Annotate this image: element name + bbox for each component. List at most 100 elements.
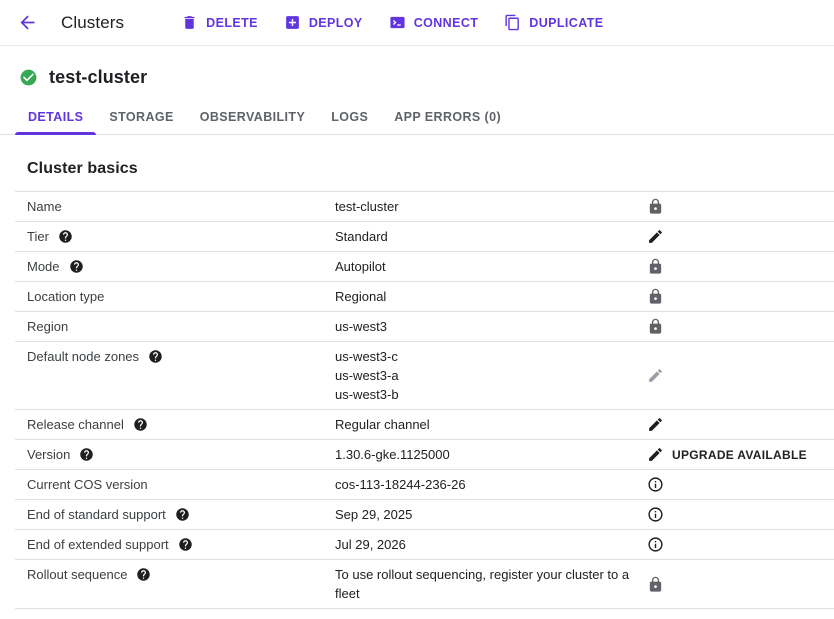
row-label: Version bbox=[27, 445, 70, 464]
row-value: 1.30.6-gke.1125000 bbox=[335, 445, 647, 464]
duplicate-button[interactable]: DUPLICATE bbox=[491, 6, 616, 39]
help-icon[interactable] bbox=[175, 507, 190, 522]
row-value-line: Jul 29, 2026 bbox=[335, 535, 639, 554]
cluster-name: test-cluster bbox=[49, 67, 147, 88]
info-icon[interactable] bbox=[647, 536, 664, 553]
table-row: Release channel Regular channel bbox=[15, 410, 834, 440]
table-row: Region us-west3 bbox=[15, 312, 834, 342]
row-label: Region bbox=[27, 317, 68, 336]
tab-label: LOGS bbox=[331, 110, 368, 124]
table-row: Location type Regional bbox=[15, 282, 834, 312]
row-label: Default node zones bbox=[27, 347, 139, 366]
tab-label: DETAILS bbox=[28, 110, 83, 124]
cluster-header: test-cluster bbox=[0, 46, 834, 99]
tab-observability[interactable]: OBSERVABILITY bbox=[187, 99, 318, 134]
help-icon[interactable] bbox=[69, 259, 84, 274]
action-label: DUPLICATE bbox=[529, 16, 603, 30]
help-icon[interactable] bbox=[58, 229, 73, 244]
arrow-back-icon bbox=[17, 12, 38, 33]
table-row: Default node zones us-west3-cus-west3-au… bbox=[15, 342, 834, 410]
connect-icon bbox=[389, 14, 406, 31]
tab-label: STORAGE bbox=[109, 110, 173, 124]
toolbar-actions: DELETE DEPLOY CONNECT DUPLICATE bbox=[168, 6, 616, 39]
row-value-line: us-west3-c bbox=[335, 347, 639, 366]
page-title: Clusters bbox=[61, 13, 124, 33]
row-value-line: Regional bbox=[335, 287, 639, 306]
row-value: To use rollout sequencing, register your… bbox=[335, 565, 647, 603]
check-circle-icon bbox=[19, 68, 38, 87]
table-row: Name test-cluster bbox=[15, 192, 834, 222]
back-button[interactable] bbox=[10, 6, 44, 40]
row-label: Location type bbox=[27, 287, 104, 306]
connect-button[interactable]: CONNECT bbox=[376, 6, 492, 39]
help-icon[interactable] bbox=[133, 417, 148, 432]
row-value-line: Regular channel bbox=[335, 415, 639, 434]
table-row: Mode Autopilot bbox=[15, 252, 834, 282]
row-value-line: Autopilot bbox=[335, 257, 639, 276]
row-value-line: test-cluster bbox=[335, 197, 639, 216]
help-icon[interactable] bbox=[148, 349, 163, 364]
table-row: End of extended support Jul 29, 2026 bbox=[15, 530, 834, 560]
row-label: Mode bbox=[27, 257, 60, 276]
tab-storage[interactable]: STORAGE bbox=[96, 99, 186, 134]
row-value-line: Sep 29, 2025 bbox=[335, 505, 639, 524]
edit-icon[interactable] bbox=[647, 228, 664, 245]
lock-icon bbox=[647, 258, 664, 275]
row-value-line: Standard bbox=[335, 227, 639, 246]
row-value: cos-113-18244-236-26 bbox=[335, 475, 647, 494]
tab-details[interactable]: DETAILS bbox=[15, 99, 96, 134]
help-icon[interactable] bbox=[79, 447, 94, 462]
gke-cluster-details-page: Clusters DELETE DEPLOY CONNECT DUPLICATE… bbox=[0, 0, 834, 609]
action-label: DEPLOY bbox=[309, 16, 363, 30]
table-row: Version 1.30.6-gke.1125000 UPGRADE AVAIL… bbox=[15, 440, 834, 470]
tab-label: OBSERVABILITY bbox=[200, 110, 305, 124]
row-value: Regular channel bbox=[335, 415, 647, 434]
row-value: Autopilot bbox=[335, 257, 647, 276]
table-row: Rollout sequence To use rollout sequenci… bbox=[15, 560, 834, 609]
info-icon[interactable] bbox=[647, 506, 664, 523]
lock-icon bbox=[647, 198, 664, 215]
deploy-button[interactable]: DEPLOY bbox=[271, 6, 376, 39]
row-value: us-west3 bbox=[335, 317, 647, 336]
edit-icon[interactable] bbox=[647, 416, 664, 433]
row-value: Regional bbox=[335, 287, 647, 306]
table-row: Tier Standard bbox=[15, 222, 834, 252]
table-row: End of standard support Sep 29, 2025 bbox=[15, 500, 834, 530]
action-label: CONNECT bbox=[414, 16, 479, 30]
lock-icon bbox=[647, 318, 664, 335]
deploy-icon bbox=[284, 14, 301, 31]
row-value-line: cos-113-18244-236-26 bbox=[335, 475, 639, 494]
row-value-line: us-west3-b bbox=[335, 385, 639, 404]
row-value: test-cluster bbox=[335, 197, 647, 216]
lock-icon bbox=[647, 288, 664, 305]
row-value-line: To use rollout sequencing, register your… bbox=[335, 565, 639, 603]
row-value: us-west3-cus-west3-aus-west3-b bbox=[335, 347, 647, 404]
row-label: Current COS version bbox=[27, 475, 148, 494]
row-value: Standard bbox=[335, 227, 647, 246]
duplicate-icon bbox=[504, 14, 521, 31]
tab-label: APP ERRORS (0) bbox=[394, 110, 501, 124]
row-label: Rollout sequence bbox=[27, 565, 127, 584]
lock-icon bbox=[647, 576, 664, 593]
edit-icon[interactable] bbox=[647, 446, 664, 463]
tab-logs[interactable]: LOGS bbox=[318, 99, 381, 134]
row-value: Jul 29, 2026 bbox=[335, 535, 647, 554]
row-label: Name bbox=[27, 197, 62, 216]
info-icon[interactable] bbox=[647, 476, 664, 493]
row-value: Sep 29, 2025 bbox=[335, 505, 647, 524]
tab-bar: DETAILS STORAGE OBSERVABILITY LOGS APP E… bbox=[0, 99, 834, 135]
action-label: DELETE bbox=[206, 16, 258, 30]
help-icon[interactable] bbox=[136, 567, 151, 582]
edit-icon bbox=[647, 367, 664, 384]
delete-button[interactable]: DELETE bbox=[168, 6, 271, 39]
row-label: End of extended support bbox=[27, 535, 169, 554]
toolbar: Clusters DELETE DEPLOY CONNECT DUPLICATE bbox=[0, 0, 834, 46]
help-icon[interactable] bbox=[178, 537, 193, 552]
upgrade-available-button[interactable]: UPGRADE AVAILABLE bbox=[672, 448, 807, 462]
table-row: Current COS version cos-113-18244-236-26 bbox=[15, 470, 834, 500]
row-label: Tier bbox=[27, 227, 49, 246]
row-label: End of standard support bbox=[27, 505, 166, 524]
tab-app-errors-0[interactable]: APP ERRORS (0) bbox=[381, 99, 514, 134]
row-value-line: us-west3-a bbox=[335, 366, 639, 385]
row-value-line: us-west3 bbox=[335, 317, 639, 336]
